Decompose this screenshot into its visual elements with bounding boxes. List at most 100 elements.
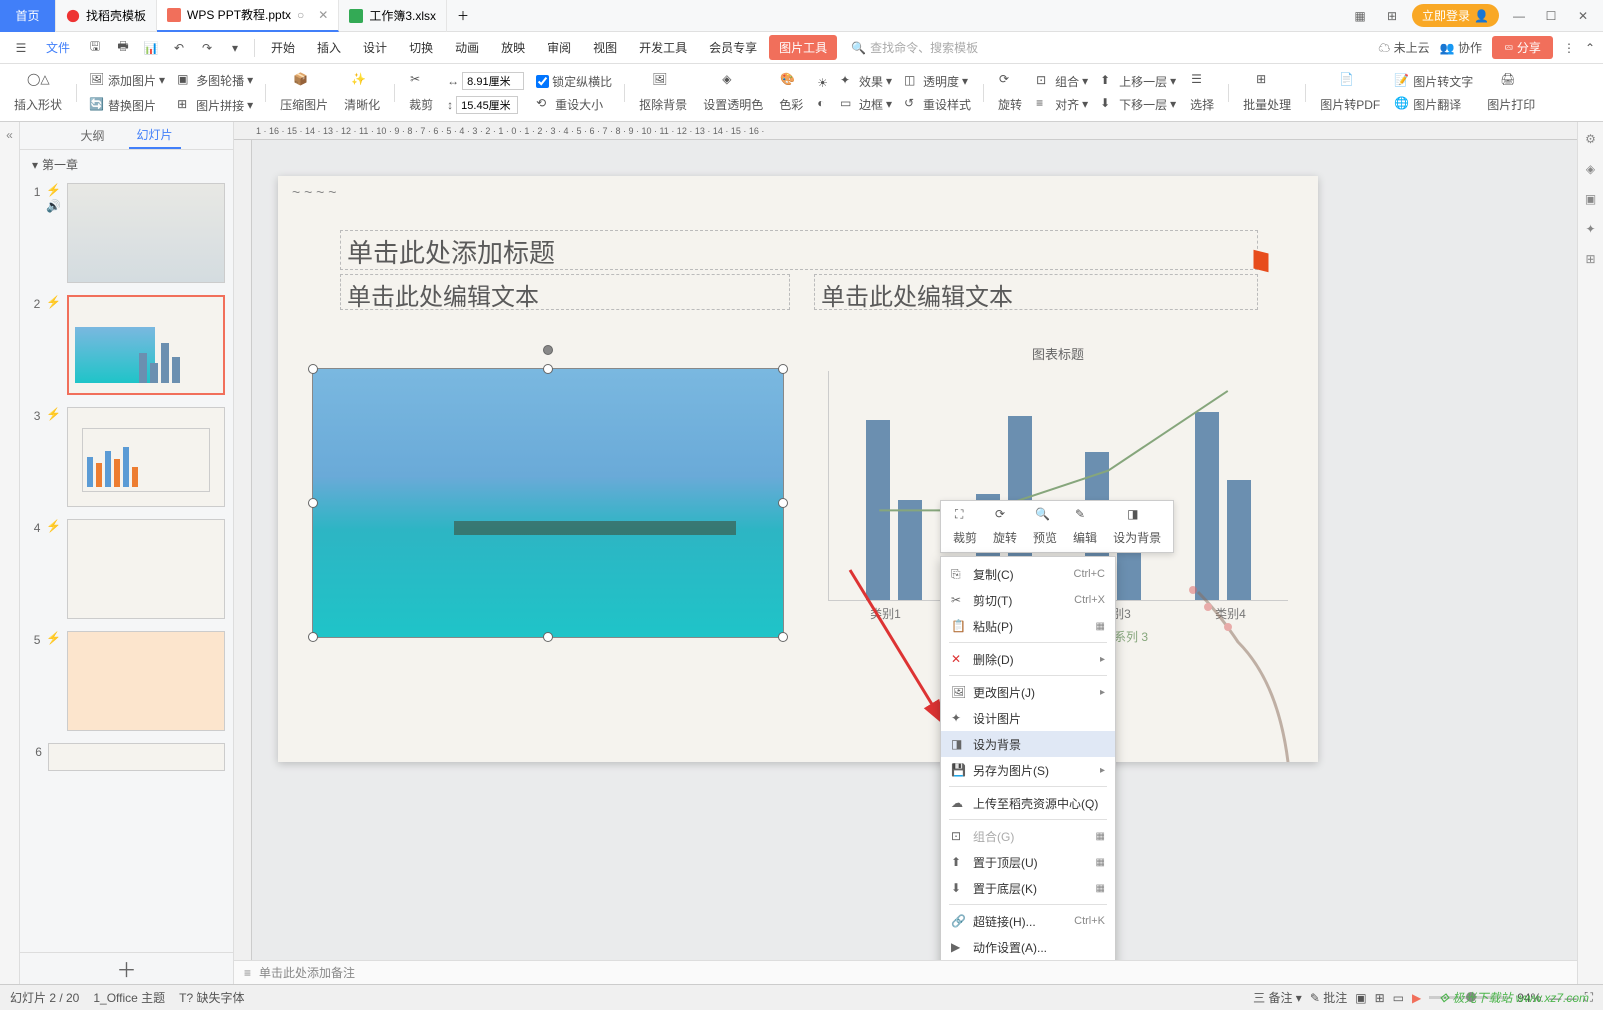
tool-icon-2[interactable]: ◈ bbox=[1586, 162, 1595, 176]
set-transparent-button[interactable]: ◈设置透明色 bbox=[697, 72, 769, 113]
transparency-button[interactable]: ◫透明度▾ bbox=[900, 71, 975, 92]
coop-button[interactable]: 👥 协作 bbox=[1440, 39, 1482, 56]
grid-icon[interactable]: ▦ bbox=[1348, 4, 1372, 28]
save-icon[interactable]: 🖫 bbox=[82, 35, 108, 61]
move-up-button[interactable]: ⬆上移一层▾ bbox=[1096, 71, 1180, 92]
colorize-button[interactable]: 🎨色彩 bbox=[773, 72, 809, 113]
search-input[interactable]: 🔍 查找命令、搜索模板 bbox=[851, 39, 978, 56]
tab-templates[interactable]: 找稻壳模板 bbox=[56, 0, 157, 32]
view-reading-icon[interactable]: ▭ bbox=[1393, 991, 1404, 1005]
slide-thumb-2[interactable] bbox=[67, 295, 225, 395]
preview-icon[interactable]: 📊 bbox=[138, 35, 164, 61]
menu-insert[interactable]: 插入 bbox=[307, 35, 351, 60]
select-button[interactable]: ☰选择 bbox=[1184, 72, 1220, 113]
slide-thumb-5[interactable] bbox=[67, 631, 225, 731]
float-crop-button[interactable]: ⛶裁剪 bbox=[945, 505, 985, 548]
menu-member[interactable]: 会员专享 bbox=[699, 35, 767, 60]
remove-bg-button[interactable]: 🖼抠除背景 bbox=[633, 72, 693, 113]
combine-button[interactable]: ⊡组合▾ bbox=[1032, 71, 1092, 92]
more-icon[interactable]: ⋮ bbox=[1563, 41, 1575, 55]
insert-shape-button[interactable]: ◯△插入形状 bbox=[8, 72, 68, 113]
tool-icon-4[interactable]: ✦ bbox=[1585, 222, 1595, 236]
selected-image[interactable] bbox=[312, 368, 784, 638]
tab-xlsx-file[interactable]: 工作簿3.xlsx bbox=[339, 0, 447, 32]
crop-button[interactable]: ✂裁剪 bbox=[403, 72, 439, 113]
view-normal-icon[interactable]: ▣ bbox=[1355, 991, 1366, 1005]
ctx-delete[interactable]: ✕删除(D)▸ bbox=[941, 646, 1115, 672]
maximize-icon[interactable]: ☐ bbox=[1539, 4, 1563, 28]
print-image-button[interactable]: 🖨图片打印 bbox=[1481, 72, 1541, 113]
tab-dropdown-icon[interactable]: ○ bbox=[297, 8, 304, 22]
view-slideshow-icon[interactable]: ▶ bbox=[1412, 991, 1421, 1005]
file-menu[interactable]: 文件 bbox=[36, 35, 80, 60]
menu-icon[interactable]: ☰ bbox=[8, 35, 34, 61]
ctx-set-background[interactable]: ◨设为背景 bbox=[941, 731, 1115, 757]
remark-toggle[interactable]: 三 备注 ▾ bbox=[1253, 989, 1302, 1006]
missing-font-button[interactable]: T? 缺失字体 bbox=[179, 989, 244, 1006]
ctx-copy[interactable]: ⎘复制(C)Ctrl+C bbox=[941, 561, 1115, 587]
reset-style-button[interactable]: ↺重设样式 bbox=[900, 94, 975, 115]
print-icon[interactable]: 🖶 bbox=[110, 35, 136, 61]
translate-button[interactable]: 🌐图片翻译 bbox=[1390, 94, 1477, 115]
replace-image-button[interactable]: 🔄替换图片 bbox=[85, 95, 169, 116]
add-image-button[interactable]: 🖼添加图片▾ bbox=[85, 70, 169, 91]
close-window-icon[interactable]: ✕ bbox=[1571, 4, 1595, 28]
slide-thumb-6[interactable] bbox=[48, 743, 225, 771]
sidebar-collapse-button[interactable]: « bbox=[0, 122, 20, 984]
slides-tab[interactable]: 幻灯片 bbox=[129, 122, 181, 149]
undo-icon[interactable]: ↶ bbox=[166, 35, 192, 61]
new-tab-button[interactable]: ＋ bbox=[447, 0, 479, 32]
ctx-design-image[interactable]: ✦设计图片 bbox=[941, 705, 1115, 731]
tool-icon-1[interactable]: ⚙ bbox=[1585, 132, 1596, 146]
collapse-ribbon-icon[interactable]: ⌃ bbox=[1585, 41, 1595, 55]
align-button[interactable]: ≡对齐▾ bbox=[1032, 94, 1092, 115]
redo-icon[interactable]: ↷ bbox=[194, 35, 220, 61]
slide-thumb-1[interactable] bbox=[67, 183, 225, 283]
float-setbg-button[interactable]: ◨设为背景 bbox=[1105, 505, 1169, 548]
text-placeholder-2[interactable]: 单击此处编辑文本 bbox=[814, 274, 1258, 310]
float-rotate-button[interactable]: ⟳旋转 bbox=[985, 505, 1025, 548]
border-button[interactable]: ▭边框▾ bbox=[836, 94, 896, 115]
multi-outline-button[interactable]: ▣多图轮播▾ bbox=[173, 70, 257, 91]
close-icon[interactable]: ✕ bbox=[318, 8, 328, 22]
menu-view[interactable]: 视图 bbox=[583, 35, 627, 60]
height-input[interactable]: ↕ bbox=[443, 94, 528, 116]
ctx-bring-front[interactable]: ⬆置于顶层(U)▦ bbox=[941, 849, 1115, 875]
text-placeholder-1[interactable]: 单击此处编辑文本 bbox=[340, 274, 790, 310]
float-edit-button[interactable]: ✎编辑 bbox=[1065, 505, 1105, 548]
menu-start[interactable]: 开始 bbox=[261, 35, 305, 60]
ctx-cut[interactable]: ✂剪切(T)Ctrl+X bbox=[941, 587, 1115, 613]
ctx-save-as-image[interactable]: 💾另存为图片(S)▸ bbox=[941, 757, 1115, 783]
sharpen-button[interactable]: ✨清晰化 bbox=[338, 72, 386, 113]
slide-thumb-3[interactable] bbox=[67, 407, 225, 507]
view-sorter-icon[interactable]: ⊞ bbox=[1375, 991, 1385, 1005]
cloud-status[interactable]: ☁ 未上云 bbox=[1378, 39, 1429, 56]
rotate-handle[interactable] bbox=[543, 345, 553, 355]
slide-canvas[interactable]: ~ ~ ~ ~ 单击此处添加标题 单击此处编辑文本 单击此处编辑文本 图表标题 bbox=[278, 176, 1318, 762]
ctx-send-back[interactable]: ⬇置于底层(K)▦ bbox=[941, 875, 1115, 901]
outline-tab[interactable]: 大纲 bbox=[72, 123, 112, 148]
float-preview-button[interactable]: 🔍预览 bbox=[1025, 505, 1065, 548]
apps-icon[interactable]: ⊞ bbox=[1380, 4, 1404, 28]
ctx-hyperlink[interactable]: 🔗超链接(H)...Ctrl+K bbox=[941, 908, 1115, 934]
menu-transition[interactable]: 切换 bbox=[399, 35, 443, 60]
slide-thumb-4[interactable] bbox=[67, 519, 225, 619]
rotate-button[interactable]: ⟳旋转 bbox=[992, 72, 1028, 113]
ctx-paste[interactable]: 📋粘贴(P)▦ bbox=[941, 613, 1115, 639]
image-stitch-button[interactable]: ⊞图片拼接▾ bbox=[173, 95, 257, 116]
menu-review[interactable]: 审阅 bbox=[537, 35, 581, 60]
chapter-header[interactable]: ▾ 第一章 bbox=[20, 150, 233, 179]
effects-button[interactable]: ✦效果▾ bbox=[836, 71, 896, 92]
to-pdf-button[interactable]: 📄图片转PDF bbox=[1314, 72, 1386, 113]
minimize-icon[interactable]: — bbox=[1507, 4, 1531, 28]
ctx-upload[interactable]: ☁上传至稻壳资源中心(Q) bbox=[941, 790, 1115, 816]
menu-design[interactable]: 设计 bbox=[353, 35, 397, 60]
menu-image-tools[interactable]: 图片工具 bbox=[769, 35, 837, 60]
login-button[interactable]: 立即登录👤 bbox=[1412, 4, 1499, 27]
ctx-change-image[interactable]: 🖼更改图片(J)▸ bbox=[941, 679, 1115, 705]
tool-icon-3[interactable]: ▣ bbox=[1585, 192, 1596, 206]
ctx-action[interactable]: ▶动作设置(A)... bbox=[941, 934, 1115, 960]
add-slide-button[interactable]: ＋ bbox=[20, 952, 233, 984]
menu-slideshow[interactable]: 放映 bbox=[491, 35, 535, 60]
menu-devtools[interactable]: 开发工具 bbox=[629, 35, 697, 60]
